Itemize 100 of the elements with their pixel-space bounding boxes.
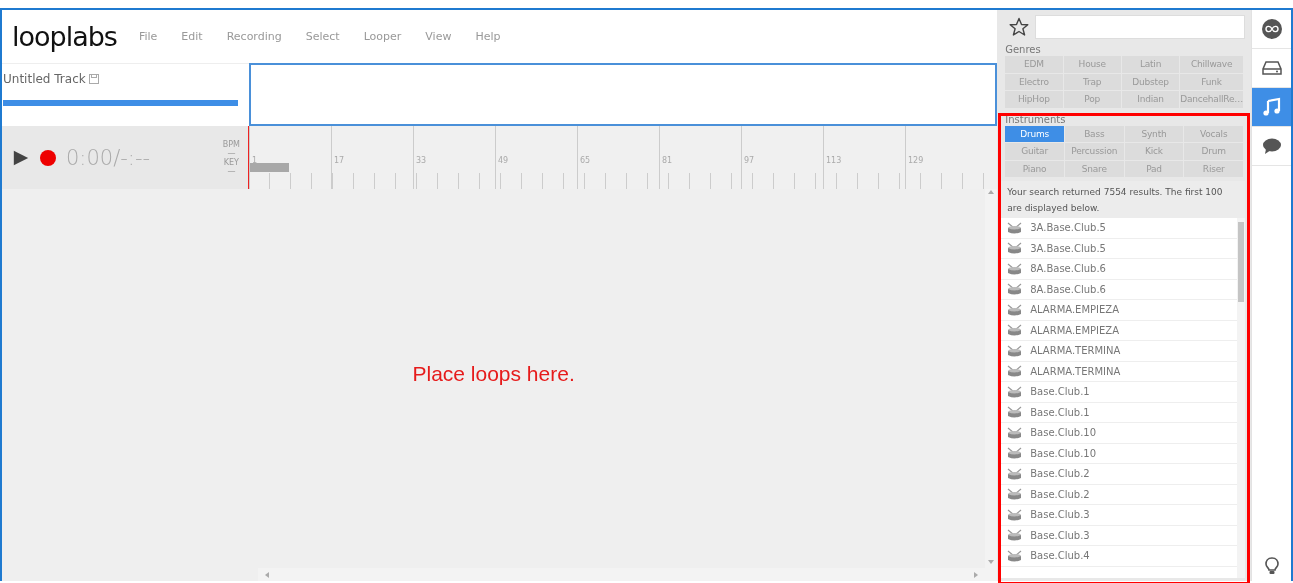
drum-icon <box>1007 426 1023 439</box>
app-logo: looplabs <box>12 21 117 52</box>
horizontal-scrollbar[interactable] <box>258 568 986 581</box>
filter-chip[interactable]: Vocals <box>1184 125 1244 142</box>
filter-chip[interactable]: Trap <box>1063 73 1121 90</box>
filter-chip[interactable]: Dubstep <box>1121 73 1180 90</box>
loop-name: Base.Club.2 <box>1030 468 1090 480</box>
menu-item[interactable]: Looper <box>363 30 402 43</box>
loop-item[interactable]: 3A.Base.Club.5 <box>1001 238 1238 259</box>
filter-chip[interactable]: Percussion <box>1064 143 1124 160</box>
loop-name: ALARMA.TERMINA <box>1030 365 1121 377</box>
bar-number: 17 <box>333 156 345 165</box>
loop-item[interactable]: ALARMA.TERMINA <box>1001 341 1238 362</box>
loop-item[interactable]: Base.Club.10 <box>1001 443 1238 464</box>
loop-item[interactable]: Base.Club.10 <box>1001 423 1238 444</box>
filter-chip[interactable]: Piano <box>1005 160 1064 177</box>
key-value: — <box>227 166 236 176</box>
loop-item[interactable]: Base.Club.1 <box>1001 402 1238 423</box>
speech-bubble-icon <box>1261 136 1282 156</box>
menu-item[interactable]: Select <box>305 30 340 43</box>
drum-icon <box>1007 406 1023 419</box>
loop-item[interactable]: Base.Club.4 <box>1001 546 1238 567</box>
record-icon[interactable] <box>40 149 56 166</box>
loop-name: ALARMA.TERMINA <box>1030 345 1121 357</box>
drum-icon <box>1007 447 1023 460</box>
filter-chip[interactable]: Chillwave <box>1180 56 1244 73</box>
loop-item[interactable]: Base.Club.2 <box>1001 464 1238 485</box>
filter-chip[interactable]: Pad <box>1124 160 1184 177</box>
menu-item[interactable]: Recording <box>226 30 282 43</box>
filter-chip[interactable]: HipHop <box>1005 91 1063 108</box>
play-icon[interactable] <box>12 148 30 167</box>
filter-chip[interactable]: Electro <box>1005 73 1063 90</box>
bar-number: 97 <box>743 156 755 165</box>
loop-name: Base.Club.3 <box>1030 529 1090 541</box>
save-icon <box>88 74 99 84</box>
drum-icon <box>1007 549 1023 562</box>
menu-item[interactable]: Edit <box>181 30 203 43</box>
filter-chip[interactable]: Guitar <box>1005 143 1064 160</box>
bar-number: 1 <box>251 156 258 165</box>
loop-item[interactable]: ALARMA.TERMINA <box>1001 361 1238 382</box>
drum-icon <box>1007 467 1023 480</box>
section-label: Instruments <box>1004 113 1067 126</box>
filter-chip[interactable]: House <box>1063 56 1121 73</box>
filter-chip[interactable]: Pop <box>1063 91 1121 108</box>
search-field[interactable] <box>1035 15 1246 39</box>
time-display: 0:00/-:-- <box>66 145 152 170</box>
loop-name: 3A.Base.Club.5 <box>1030 222 1106 234</box>
loop-name: ALARMA.EMPIEZA <box>1030 324 1120 336</box>
filter-chip[interactable]: Latin <box>1121 56 1180 73</box>
vertical-scrollbar[interactable] <box>985 189 998 581</box>
filter-chip[interactable]: Drum <box>1184 143 1244 160</box>
results-summary: Your search returned 7554 results. The first 100 are displayed below. <box>1001 181 1246 218</box>
loop-item[interactable]: 8A.Base.Club.6 <box>1001 259 1238 280</box>
music-note-icon <box>1261 97 1282 117</box>
bar-number: 129 <box>907 156 924 165</box>
drum-icon <box>1007 324 1023 337</box>
drum-icon <box>1007 344 1023 357</box>
drum-icon <box>1007 221 1023 234</box>
loop-item[interactable]: ALARMA.EMPIEZA <box>1001 320 1238 341</box>
filter-chip[interactable]: Funk <box>1180 73 1244 90</box>
loop-name: Base.Club.4 <box>1030 550 1090 562</box>
loop-name: Base.Club.10 <box>1030 427 1097 439</box>
bar-number: 81 <box>661 156 673 165</box>
loop-item[interactable]: 3A.Base.Club.5 <box>1001 218 1238 239</box>
timeline-ruler[interactable]: 1 17 33 49 65 81 97 113 129 <box>248 126 998 189</box>
filter-chip[interactable]: Drums <box>1005 125 1064 142</box>
loop-item[interactable]: Base.Club.2 <box>1001 484 1238 505</box>
filter-chip[interactable]: Indian <box>1121 91 1180 108</box>
drum-icon <box>1007 303 1023 316</box>
list-scrollbar[interactable] <box>1237 218 1246 578</box>
bar-number: 33 <box>415 156 427 165</box>
infinity-icon <box>1261 19 1282 39</box>
bar-number: 65 <box>579 156 591 165</box>
bar-number: 113 <box>825 156 842 165</box>
filter-chip[interactable]: DancehallRe… <box>1180 91 1244 108</box>
drum-icon <box>1007 365 1023 378</box>
track-lane[interactable] <box>249 63 998 126</box>
star-icon[interactable] <box>1009 17 1030 37</box>
loop-item[interactable]: 8A.Base.Club.6 <box>1001 279 1238 300</box>
filter-chip[interactable]: Synth <box>1124 125 1184 142</box>
filter-chip[interactable]: Bass <box>1064 125 1124 142</box>
drum-icon <box>1007 488 1023 501</box>
menu-item[interactable]: Help <box>475 30 501 43</box>
scroll-down-icon <box>988 559 995 565</box>
filter-chip[interactable]: Kick <box>1124 143 1184 160</box>
loop-item[interactable]: Base.Club.1 <box>1001 382 1238 403</box>
filter-chip[interactable]: EDM <box>1005 56 1063 73</box>
scrollbar-thumb[interactable] <box>1238 222 1245 302</box>
menu-item[interactable]: File <box>138 30 158 43</box>
drum-icon <box>1007 529 1023 542</box>
sidebar-tab[interactable] <box>1252 88 1291 127</box>
loop-item[interactable]: Base.Club.3 <box>1001 505 1238 526</box>
loop-item[interactable]: Base.Club.3 <box>1001 525 1238 546</box>
filter-chip[interactable]: Snare <box>1064 160 1124 177</box>
menu-item[interactable]: View <box>425 30 452 43</box>
bpm-label: BPM <box>222 139 240 149</box>
loop-name: Base.Club.1 <box>1030 386 1090 398</box>
loop-item[interactable]: ALARMA.EMPIEZA <box>1001 300 1238 321</box>
loop-name: Base.Club.3 <box>1030 509 1090 521</box>
filter-chip[interactable]: Riser <box>1184 160 1244 177</box>
